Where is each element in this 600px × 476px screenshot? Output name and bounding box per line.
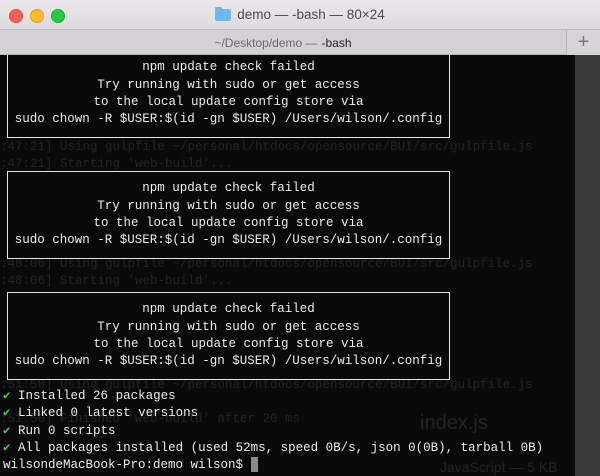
result-line: ✔ Installed 26 packages xyxy=(3,388,543,405)
result-text: All packages installed (used 52ms, speed… xyxy=(18,440,544,455)
result-line: ✔ Linked 0 latest versions xyxy=(3,405,543,422)
check-icon: ✔ xyxy=(3,440,11,455)
box-line: npm update check failed xyxy=(142,181,315,196)
box-line: to the local update config store via xyxy=(93,94,364,109)
box-line: Try running with sudo or get access xyxy=(97,198,360,213)
shell-prompt: wilsondeMacBook-Pro:demo wilson$ xyxy=(3,458,251,473)
npm-warning-box: npm update check failed Try running with… xyxy=(7,284,450,388)
result-text: Run 0 scripts xyxy=(18,423,116,438)
npm-warning-box: npm update check failed Try running with… xyxy=(7,163,450,267)
title-bar: demo — -bash — 80×24 xyxy=(0,0,600,29)
box-line: npm update check failed xyxy=(142,302,315,317)
result-text: Installed 26 packages xyxy=(18,388,176,403)
box-line: sudo chown -R $USER:$(id -gn $USER) /Use… xyxy=(14,112,443,127)
window-title-text: demo — -bash — 80×24 xyxy=(237,7,385,22)
tab-bar: ~/Desktop/demo — -bash + xyxy=(0,29,600,55)
folder-icon xyxy=(215,6,232,21)
prompt-line[interactable]: wilsondeMacBook-Pro:demo wilson$ xyxy=(3,457,543,474)
tab-bash[interactable]: ~/Desktop/demo — -bash xyxy=(0,30,566,55)
terminal-output[interactable]: :47:21] Using gulpfile ~/personal/htdocs… xyxy=(0,55,600,476)
box-line: to the local update config store via xyxy=(93,337,364,352)
tab-process: -bash xyxy=(321,35,352,50)
box-line: sudo chown -R $USER:$(id -gn $USER) /Use… xyxy=(14,233,443,248)
check-icon: ✔ xyxy=(3,388,11,403)
box-line: npm update check failed xyxy=(142,60,315,75)
check-icon: ✔ xyxy=(3,406,11,421)
new-tab-button[interactable]: + xyxy=(566,30,600,55)
box-line: Try running with sudo or get access xyxy=(97,77,360,92)
npm-warning-box: npm update check failed Try running with… xyxy=(7,55,450,146)
result-text: Linked 0 latest versions xyxy=(18,406,199,421)
tab-path: ~/Desktop/demo — xyxy=(214,35,318,50)
check-icon: ✔ xyxy=(3,423,11,438)
result-line: ✔ All packages installed (used 52ms, spe… xyxy=(3,440,543,457)
background-window xyxy=(575,55,600,476)
window-title: demo — -bash — 80×24 xyxy=(0,0,600,29)
terminal-content: npm update check failed Try running with… xyxy=(3,55,543,474)
result-line: ✔ Run 0 scripts xyxy=(3,423,543,440)
box-line: Try running with sudo or get access xyxy=(97,319,360,334)
box-line: sudo chown -R $USER:$(id -gn $USER) /Use… xyxy=(14,354,443,369)
cursor xyxy=(250,457,258,473)
box-line: to the local update config store via xyxy=(93,215,364,230)
